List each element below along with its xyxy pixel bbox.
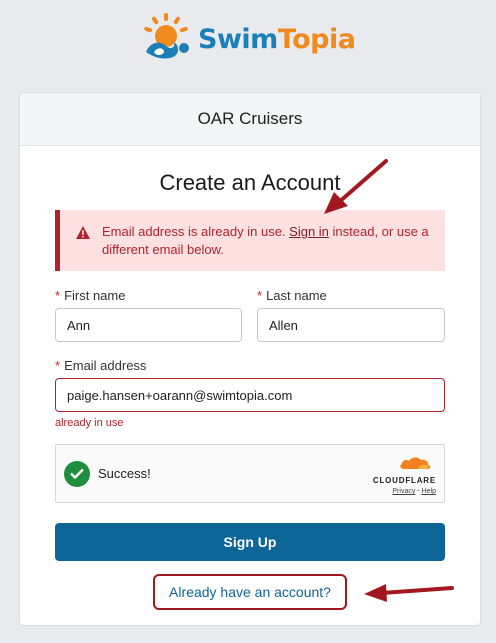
swimtopia-logo: SwimTopia [140,12,356,64]
swimtopia-logo-icon [144,13,189,59]
sign-in-link[interactable]: Sign in [289,224,329,239]
sign-up-button[interactable]: Sign Up [55,523,445,561]
cloudflare-label: CLOUDFLARE [372,476,436,485]
annotation-arrow-icon [364,584,454,602]
required-marker: * [55,358,61,373]
captcha-status: Success! [98,466,151,481]
signup-card: OAR Cruisers Create an Account Email add… [19,92,481,626]
privacy-link[interactable]: Privacy [392,488,415,495]
already-have-account-link[interactable]: Already have an account? [153,574,347,610]
email-label: * Email address [55,358,146,373]
cloudflare-links: Privacy · Help [373,488,436,495]
annotation-arrow-icon [324,159,388,214]
card-header: OAR Cruisers [20,93,480,146]
warning-icon [76,226,90,239]
last-name-label-text: Last name [266,288,327,303]
last-name-label: * Last name [257,288,327,303]
brand-name-topia: Topia [277,23,356,55]
email-error-text: already in use [55,417,124,429]
success-check-icon [64,460,90,487]
email-value: paige.hansen+oarann@swimtopia.com [67,387,293,403]
link-separator: · [417,488,420,495]
help-link[interactable]: Help [422,488,436,495]
first-name-value: Ann [67,317,91,333]
alert-text-start: Email address is already in use. [102,224,290,239]
page-title: Create an Account [159,170,341,195]
captcha-widget[interactable]: Success! CLOUDFLARE Privacy · Help [55,444,445,503]
team-name: OAR Cruisers [197,109,303,128]
first-name-label-text: First name [64,288,126,303]
email-label-text: Email address [64,358,147,373]
last-name-value: Allen [269,317,298,333]
swimtopia-wordmark: SwimTopia [198,23,356,55]
error-alert: Email address is already in use. Sign in… [55,210,445,271]
cloudflare-branding: CLOUDFLARE Privacy · Help [373,456,436,495]
required-marker: * [55,288,61,303]
first-name-label: * First name [55,288,125,303]
email-input[interactable]: paige.hansen+oarann@swimtopia.com [55,378,445,412]
cloudflare-cloud-icon [400,457,431,469]
first-name-input[interactable]: Ann [55,308,242,342]
last-name-input[interactable]: Allen [257,308,445,342]
brand-name-swim: Swim [198,23,278,55]
required-marker: * [257,288,263,303]
